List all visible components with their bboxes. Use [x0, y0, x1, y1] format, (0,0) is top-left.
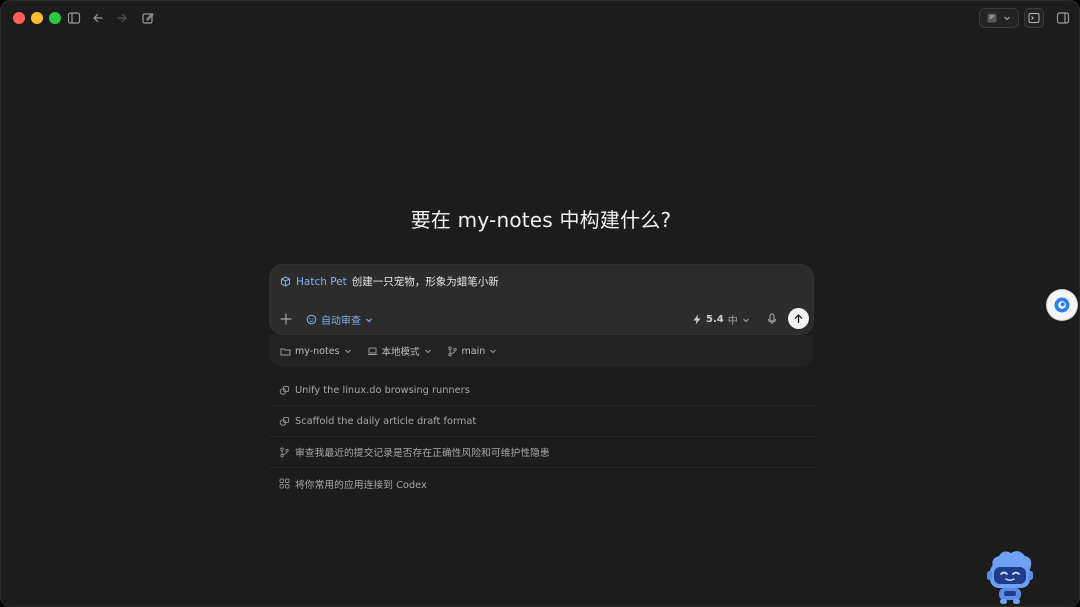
branch-selector[interactable]: main [447, 346, 498, 357]
model-selector[interactable]: 5.4 中 [692, 312, 750, 327]
prompt-composer[interactable]: Hatch Pet 创建一只宠物，形象为蜡笔小新 自动审查 5.4 中 [269, 264, 814, 335]
linked-rings-icon [279, 385, 289, 395]
project-selector[interactable]: my-notes [280, 346, 352, 357]
assistant-bubble-icon [1054, 297, 1070, 313]
terminal-icon[interactable] [1024, 8, 1044, 28]
prompt-text: 创建一只宠物，形象为蜡笔小新 [351, 276, 499, 288]
model-version: 5.4 [706, 314, 724, 325]
git-branch-icon [447, 346, 457, 356]
suggestion-text: Scaffold the daily article draft format [295, 415, 477, 427]
apps-grid-icon [279, 478, 290, 489]
reasoning-level: 中 [727, 316, 738, 327]
project-label: my-notes [295, 345, 340, 357]
git-branch-icon [280, 447, 289, 457]
environment-label: 本地模式 [381, 347, 420, 358]
floating-assistant-button[interactable] [1047, 290, 1077, 320]
suggestion-text: Unify the linux.do browsing runners [295, 384, 470, 396]
suggestion-list: Unify the linux.do browsing runners Scaf… [269, 375, 817, 499]
editor-app-icon [987, 13, 997, 23]
panel-toggle-icon[interactable] [1055, 10, 1071, 26]
back-arrow-icon[interactable] [90, 10, 106, 26]
context-bar: my-notes 本地模式 main [269, 335, 814, 367]
cube-icon [281, 276, 290, 287]
chevron-down-icon [424, 349, 431, 354]
suggestion-text: 将你常用的应用连接到 Codex [295, 479, 427, 491]
open-in-editor-button[interactable] [979, 8, 1019, 28]
close-window-button[interactable] [13, 12, 25, 24]
chevron-down-icon [742, 318, 749, 322]
arrow-up-icon [794, 314, 803, 324]
approval-mode-dropdown[interactable]: 自动审查 [306, 312, 373, 327]
skill-chip-label[interactable]: Hatch Pet [296, 276, 347, 288]
minimize-window-button[interactable] [31, 12, 43, 24]
linked-rings-icon [279, 416, 289, 426]
prompt-input[interactable]: Hatch Pet 创建一只宠物，形象为蜡笔小新 [280, 274, 499, 289]
pet-mascot-icon[interactable] [985, 549, 1035, 605]
suggestion-item[interactable]: 将你常用的应用连接到 Codex [269, 468, 817, 499]
page-title: 要在 my-notes 中构建什么? [410, 208, 672, 232]
laptop-icon [367, 347, 377, 355]
new-chat-icon[interactable] [140, 10, 156, 26]
add-attachment-icon[interactable] [279, 312, 293, 326]
app-window: 要在 my-notes 中构建什么? Hatch Pet 创建一只宠物，形象为蜡… [0, 0, 1080, 607]
chevron-down-icon [366, 318, 372, 322]
forward-arrow-icon[interactable] [114, 10, 130, 26]
suggestion-text: 审查我最近的提交记录是否存在正确性风险和可维护性隐患 [295, 448, 550, 459]
send-button[interactable] [788, 308, 809, 329]
folder-icon [280, 348, 291, 355]
suggestion-item[interactable]: Unify the linux.do browsing runners [269, 375, 817, 406]
environment-selector[interactable]: 本地模式 [367, 344, 432, 358]
approval-mode-label: 自动审查 [321, 316, 361, 327]
microphone-icon[interactable] [765, 312, 779, 326]
face-check-icon [306, 314, 317, 325]
maximize-window-button[interactable] [49, 12, 61, 24]
lightning-icon [693, 314, 701, 325]
chevron-down-icon [344, 349, 351, 354]
sidebar-toggle-icon[interactable] [66, 10, 82, 26]
title-bar [1, 1, 1079, 35]
suggestion-item[interactable]: Scaffold the daily article draft format [269, 406, 817, 437]
chevron-down-icon [1004, 16, 1010, 21]
branch-label: main [461, 345, 486, 357]
chevron-down-icon [490, 349, 497, 354]
suggestion-item[interactable]: 审查我最近的提交记录是否存在正确性风险和可维护性隐患 [269, 437, 817, 468]
